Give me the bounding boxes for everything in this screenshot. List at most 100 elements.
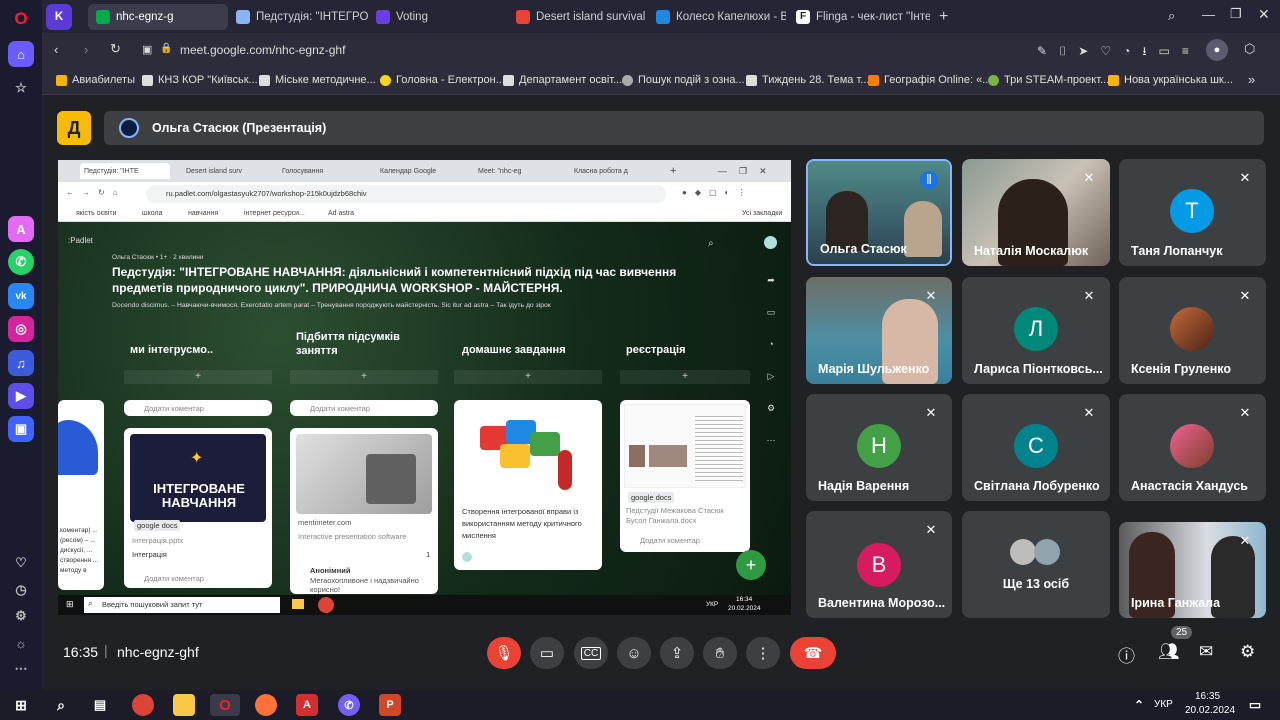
tab-desert-island[interactable]: Desert island survival - M: [508, 4, 646, 30]
bookmark-item[interactable]: Нова українська шк...: [1108, 74, 1233, 86]
aria-icon[interactable]: A: [8, 216, 34, 242]
tab-padlet[interactable]: Педстудія: "ІНТЕГРОВАНЕ: [228, 4, 368, 30]
more-participants-tile[interactable]: Ще 13 осіб: [962, 511, 1110, 618]
tab-voting[interactable]: Voting: [368, 4, 506, 30]
participant-tile[interactable]: ✕ Ксенія Груленко: [1119, 277, 1266, 384]
extension-box-icon[interactable]: ⬡: [1244, 41, 1255, 57]
forward-button[interactable]: ›: [84, 42, 88, 57]
comment-strip[interactable]: Додати коментар: [124, 400, 272, 416]
add-comment-label[interactable]: Додати коментар: [640, 536, 700, 545]
gear-icon[interactable]: ⚙: [760, 392, 782, 424]
inner-nav-icons[interactable]: ←→↻⌂: [66, 188, 126, 197]
pdf-reader-icon[interactable]: A: [296, 694, 318, 716]
participant-tile[interactable]: Н ✕ Надія Варення: [806, 394, 952, 501]
chrome-icon[interactable]: [132, 694, 154, 716]
inner-bookmark[interactable]: школа: [142, 210, 162, 217]
chat-button[interactable]: ✉︎: [1199, 642, 1213, 662]
settings-icon[interactable]: ⚙: [8, 603, 34, 629]
download-icon[interactable]: ⭳: [1142, 44, 1158, 58]
workspace-icon[interactable]: K: [46, 4, 72, 30]
share-icon[interactable]: ➦: [760, 264, 782, 296]
search-icon[interactable]: ⌕: [50, 694, 72, 716]
raise-hand-button[interactable]: ✋︎: [703, 637, 737, 669]
participant-tile[interactable]: ✕ Наталія Москалюк: [962, 159, 1110, 266]
inner-toolbar-icons[interactable]: ●◆▢◐⋮: [682, 188, 753, 197]
firefox-icon[interactable]: [255, 694, 277, 716]
search-tabs-icon[interactable]: ⌕: [1168, 8, 1175, 24]
bookmark-item[interactable]: Пошук подій з озна...: [622, 74, 745, 86]
bookmark-item[interactable]: Головна - Електрон...: [380, 74, 505, 86]
tab-meet[interactable]: nhc-egnz-g: [88, 4, 228, 30]
padlet-logo[interactable]: :Padlet: [68, 236, 93, 245]
camera-permission-icon[interactable]: ▣: [142, 43, 152, 56]
inner-bookmark[interactable]: якість освіти: [76, 210, 117, 217]
people-button[interactable]: 👥︎: [1158, 642, 1180, 662]
add-post-button[interactable]: +: [290, 370, 438, 384]
send-icon[interactable]: ➤: [1078, 44, 1100, 58]
task-view-icon[interactable]: ▤: [89, 694, 111, 716]
participant-tile[interactable]: ✕ Марія Шульженко: [806, 277, 952, 384]
mic-toggle-button[interactable]: 🎙︎: [487, 637, 521, 669]
slideshow-icon[interactable]: ▭: [760, 296, 782, 328]
snapshot-icon[interactable]: ⌷: [1059, 44, 1078, 58]
post-card[interactable]: коментар) ... (ресом) – ... дискусії, ..…: [58, 400, 104, 590]
inner-bookmark[interactable]: навчання: [188, 210, 218, 217]
opera-taskbar-icon[interactable]: O: [210, 694, 240, 716]
inner-folder-icon[interactable]: [292, 599, 304, 609]
vk-icon[interactable]: vk: [8, 283, 34, 309]
edit-icon[interactable]: ✎: [1037, 44, 1059, 58]
new-tab-button[interactable]: +: [934, 4, 958, 30]
powerpoint-icon[interactable]: P: [379, 694, 401, 716]
reload-button[interactable]: ↻: [110, 41, 121, 57]
inner-windows-icon[interactable]: ⊞: [66, 599, 74, 610]
restore-button[interactable]: ❐: [1230, 6, 1242, 22]
padlet-user-icon[interactable]: [764, 236, 777, 249]
bookmark-item[interactable]: КНЗ КОР "Київськ...: [142, 74, 258, 86]
add-post-button[interactable]: +: [124, 370, 272, 384]
heart-icon[interactable]: ♡: [8, 550, 34, 576]
inner-url-field[interactable]: ru.padlet.com/olgastasyuk2707/workshop-2…: [146, 185, 666, 203]
bookmark-item[interactable]: Міське методичне...: [259, 74, 376, 86]
inner-tab[interactable]: Голосування: [278, 163, 348, 179]
inner-tab[interactable]: Meet: "nhc-eg: [474, 163, 548, 179]
inner-new-tab[interactable]: +: [670, 163, 676, 179]
leave-call-button[interactable]: ☎: [790, 637, 836, 669]
bookmark-item[interactable]: Три STEAM-проект...: [988, 74, 1109, 86]
participant-tile[interactable]: С ✕ Світлана Лобуренко: [962, 394, 1110, 501]
tray-chevron-icon[interactable]: ⌃: [1128, 694, 1150, 716]
bookmark-item[interactable]: Департамент освіт...: [503, 74, 622, 86]
participant-tile[interactable]: ✕ Ірина Ганжала: [1119, 522, 1266, 618]
participant-tile[interactable]: Л ✕ Лариса Піонтковсь...: [962, 277, 1110, 384]
emoji-button[interactable]: ☺: [617, 637, 651, 669]
bookmark-item[interactable]: Авиабилеты: [56, 74, 135, 86]
notification-icon[interactable]: ▭: [1244, 694, 1266, 716]
inner-tab[interactable]: Календар Google: [376, 163, 446, 179]
captions-button[interactable]: CC: [574, 637, 608, 669]
inner-bookmark[interactable]: Усі закладки: [742, 210, 782, 217]
meet-logo[interactable]: Д: [57, 111, 91, 145]
more-icon[interactable]: ⋯: [760, 424, 782, 456]
participant-tile[interactable]: ⦀ Ольга Стасюк: [806, 159, 952, 266]
lightbulb-icon[interactable]: ☼: [8, 630, 34, 656]
camera-toggle-button[interactable]: ▭: [530, 637, 564, 669]
bookmark-item[interactable]: Географія Online: «...: [868, 74, 991, 86]
tab-wheel[interactable]: Колесо Капелюхи - Випа: [648, 4, 786, 30]
history-icon[interactable]: ◷: [8, 577, 34, 603]
meeting-info-button[interactable]: ⓘ: [1118, 642, 1135, 667]
keyboard-language[interactable]: УКР: [1154, 699, 1173, 710]
participant-tile[interactable]: ✕ Анастасія Хандусь: [1119, 394, 1266, 501]
post-card[interactable]: Створення інтегрованої вправи із викорис…: [454, 400, 602, 570]
add-fab-button[interactable]: +: [736, 550, 766, 580]
padlet-search-icon[interactable]: ⌕: [708, 238, 714, 249]
vpn-icon[interactable]: ◔: [1123, 44, 1142, 58]
close-window-button[interactable]: ✕: [1258, 6, 1270, 23]
favorite-icon[interactable]: ♡: [1100, 44, 1123, 58]
participant-tile[interactable]: Т ✕ Таня Лопанчук: [1119, 159, 1266, 266]
clock-date[interactable]: 20.02.2024: [1185, 705, 1235, 716]
back-button[interactable]: ‹: [54, 42, 58, 57]
profile-icon[interactable]: ●: [1206, 39, 1228, 61]
inner-search-field[interactable]: ⌕ Введіть пошуковий запит тут: [84, 597, 280, 613]
pinboard-icon[interactable]: ☆: [8, 75, 34, 101]
present-button[interactable]: ⇪: [660, 637, 694, 669]
minimize-button[interactable]: —: [1202, 7, 1215, 22]
